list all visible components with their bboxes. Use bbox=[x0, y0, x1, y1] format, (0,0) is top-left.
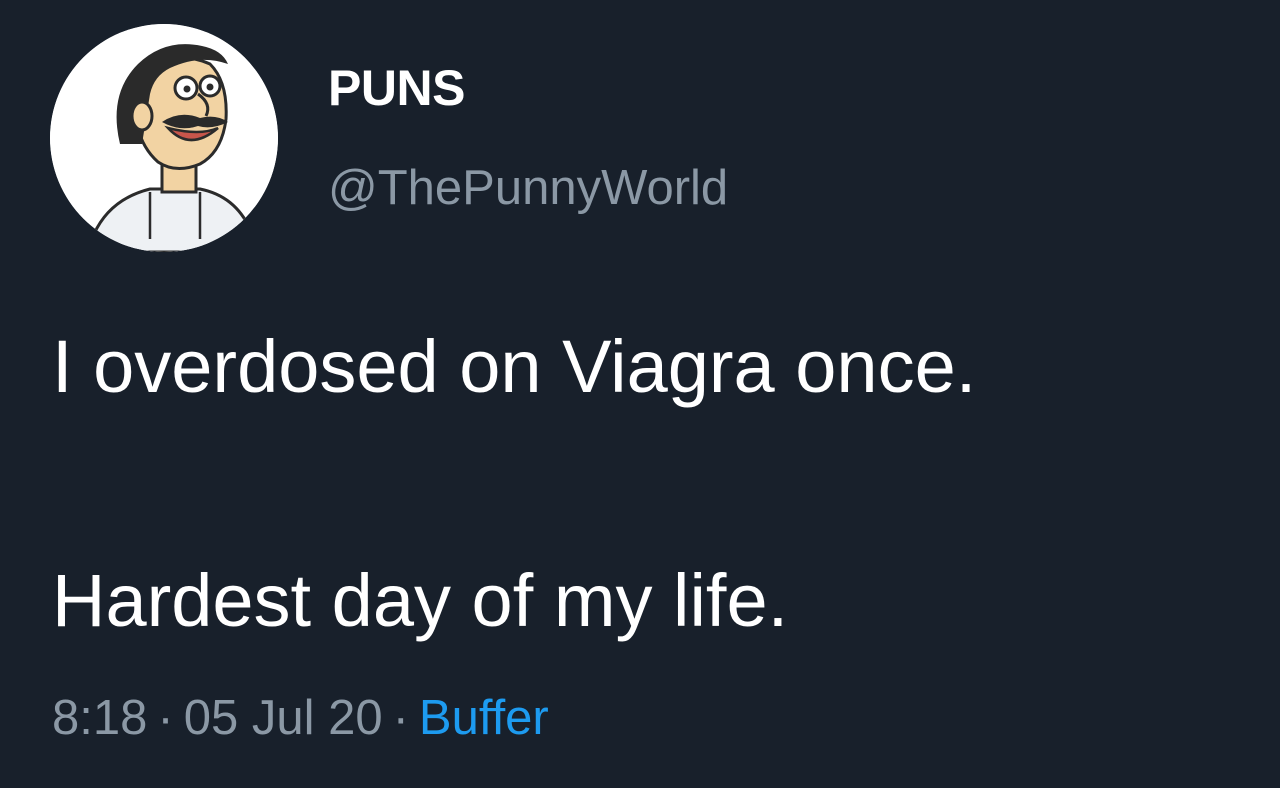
user-handle[interactable]: @ThePunnyWorld bbox=[328, 158, 728, 218]
profile-avatar[interactable] bbox=[50, 24, 278, 252]
tweet-card: PUNS @ThePunnyWorld I overdosed on Viagr… bbox=[0, 0, 1280, 788]
tweet-metadata: 8:18 · 05 Jul 20 · Buffer bbox=[52, 688, 549, 748]
tweet-text-line-2: Hardest day of my life. bbox=[52, 559, 789, 642]
tweet-source-link[interactable]: Buffer bbox=[419, 691, 549, 745]
display-name[interactable]: PUNS bbox=[328, 58, 465, 118]
cartoon-man-avatar-icon bbox=[50, 24, 278, 252]
tweet-text-line-1: I overdosed on Viagra once. bbox=[52, 325, 977, 408]
tweet-time[interactable]: 8:18 bbox=[52, 691, 147, 745]
tweet-date[interactable]: 05 Jul 20 bbox=[184, 691, 383, 745]
separator: · bbox=[157, 691, 174, 745]
separator: · bbox=[392, 691, 409, 745]
